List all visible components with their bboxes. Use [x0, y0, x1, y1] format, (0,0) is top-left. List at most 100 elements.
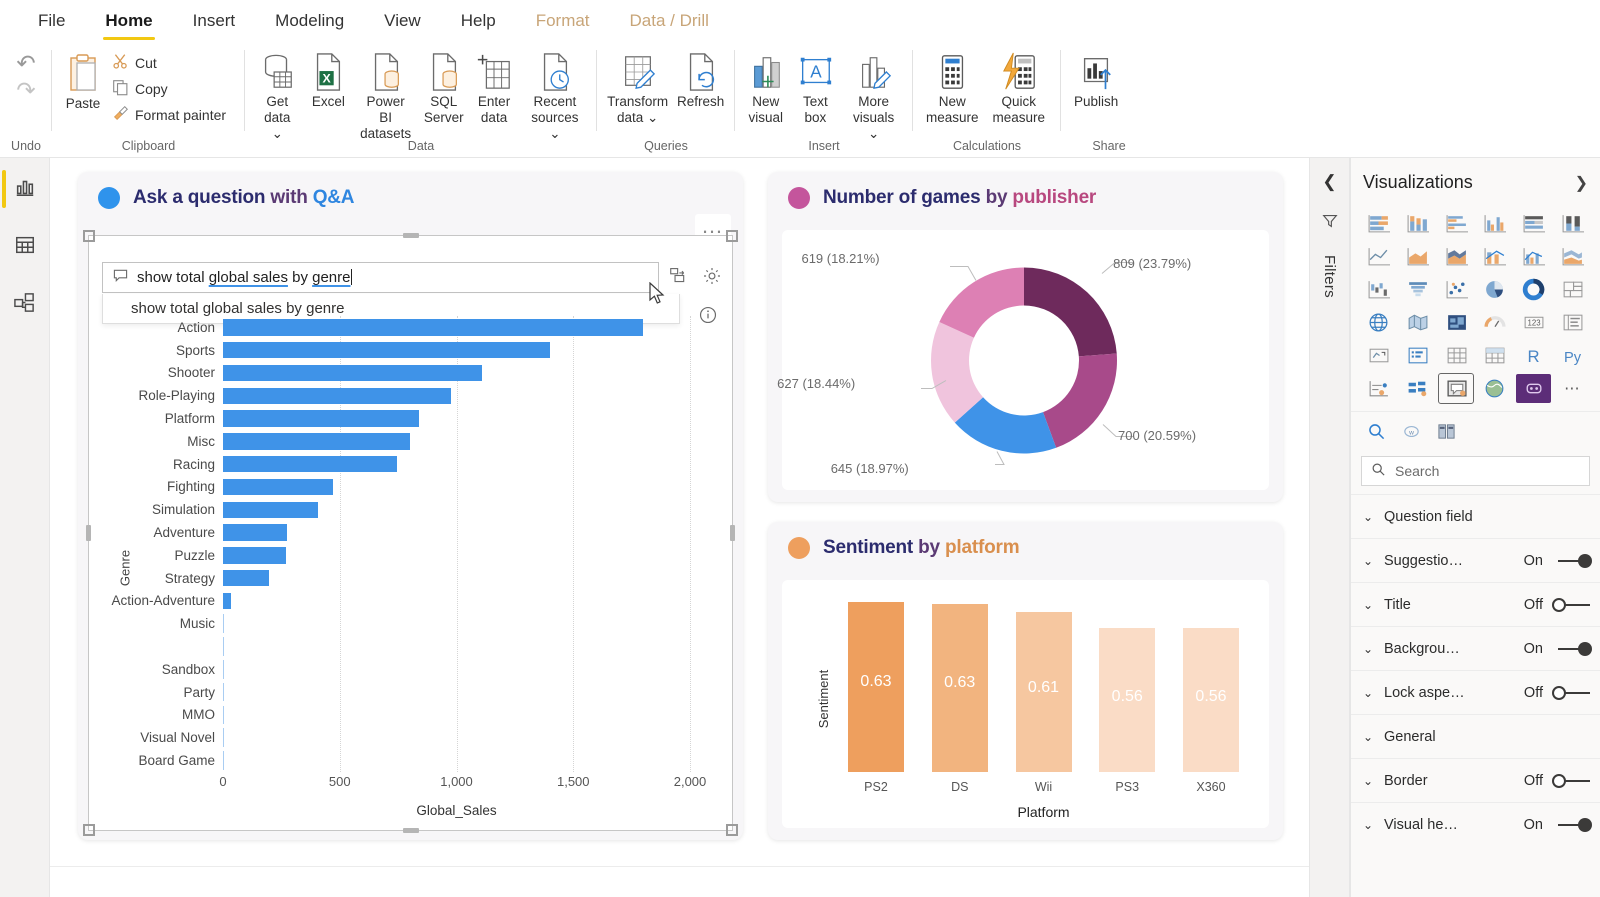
format-section-toggle[interactable]	[1552, 553, 1592, 569]
donut-slice[interactable]	[1043, 353, 1117, 447]
stacked-bar-chart-icon[interactable]	[1361, 209, 1396, 238]
power-bi-datasets-button[interactable]: Power BI datasets	[353, 46, 418, 146]
matrix-visual-icon[interactable]	[1477, 341, 1512, 370]
filters-rail[interactable]: ❮ Filters	[1310, 158, 1350, 897]
bar-chart-row[interactable]: Shooter	[223, 362, 690, 385]
format-section-general[interactable]: ⌄General	[1351, 714, 1600, 758]
bar-chart-row[interactable]: Misc	[223, 430, 690, 453]
bar-segment[interactable]	[223, 660, 224, 679]
bar-chart-row[interactable]: Music	[223, 612, 690, 635]
chevron-right-icon[interactable]: ❯	[1575, 173, 1588, 193]
bar-segment[interactable]	[223, 614, 224, 633]
more-options-visual-icon[interactable]: ⋯	[1555, 374, 1590, 403]
publish-button[interactable]: Publish	[1067, 46, 1125, 114]
bar-segment[interactable]	[223, 524, 287, 540]
fields-search-icon[interactable]	[1367, 422, 1386, 446]
donut-slice[interactable]	[1024, 268, 1117, 357]
ribbon-tab-view[interactable]: View	[364, 0, 441, 42]
bar-chart-row[interactable]: Party	[223, 681, 690, 704]
bar-segment[interactable]	[223, 502, 318, 518]
global-sales-by-genre-chart[interactable]: Genre ActionSportsShooterRole-PlayingPla…	[101, 316, 718, 820]
decomposition-tree-visual-icon[interactable]	[1400, 374, 1435, 403]
bar-chart-row[interactable]: Puzzle	[223, 544, 690, 567]
scatter-chart-icon[interactable]	[1439, 275, 1474, 304]
bar-segment[interactable]	[223, 751, 224, 770]
stacked-column-chart-icon[interactable]	[1400, 209, 1435, 238]
treemap-chart-icon[interactable]	[1555, 275, 1590, 304]
ribbon-tab-modeling[interactable]: Modeling	[255, 0, 364, 42]
donut-slice[interactable]	[939, 268, 1024, 338]
bar-segment[interactable]	[223, 319, 643, 335]
excel-button[interactable]: XExcel	[304, 46, 353, 114]
sql-server-button[interactable]: SQL Server	[418, 46, 469, 130]
publisher-donut-card[interactable]: Number of games by publisher	[768, 172, 1283, 502]
new-visual-button[interactable]: New visual	[741, 46, 791, 130]
bar-chart-row[interactable]: Fighting	[223, 476, 690, 499]
redo-arrow-icon[interactable]: ↷	[16, 79, 35, 102]
bar-segment[interactable]	[223, 433, 410, 449]
gauge-visual-icon[interactable]	[1477, 308, 1512, 337]
bar-chart-row[interactable]: Sandbox	[223, 658, 690, 681]
undo-arrow-icon[interactable]: ↶	[16, 52, 35, 75]
copy-button[interactable]: Copy	[108, 76, 230, 102]
paste-button[interactable]: Paste	[58, 46, 108, 116]
resize-handle-bottom-right[interactable]	[726, 824, 738, 836]
clustered-column-chart-icon[interactable]	[1477, 209, 1512, 238]
bar-chart-row[interactable]: Strategy	[223, 567, 690, 590]
waterfall-chart-icon[interactable]	[1361, 275, 1396, 304]
map-visual-icon[interactable]	[1361, 308, 1396, 337]
filled-map-visual-icon[interactable]	[1400, 308, 1435, 337]
format-section-title[interactable]: ⌄TitleOff	[1351, 582, 1600, 626]
resize-handle-middle-right[interactable]	[730, 525, 735, 541]
quick-measure-button[interactable]: Quick measure	[986, 46, 1053, 130]
paginated-report-visual-icon[interactable]	[1516, 374, 1551, 403]
bar-segment[interactable]	[223, 637, 224, 656]
text-box-button[interactable]: AText box	[791, 46, 841, 130]
100-stacked-column-chart-icon[interactable]	[1555, 209, 1590, 238]
format-search-input[interactable]: Search	[1361, 456, 1590, 486]
sentiment-column[interactable]: 0.63	[932, 604, 988, 772]
slicer-visual-icon[interactable]	[1400, 341, 1435, 370]
bar-chart-row[interactable]: Platform	[223, 407, 690, 430]
bar-segment[interactable]	[223, 706, 224, 725]
line-clustered-column-chart-icon[interactable]	[1516, 242, 1551, 271]
bar-chart-row[interactable]: Visual Novel	[223, 726, 690, 749]
bar-chart-row[interactable]	[223, 635, 690, 658]
transform-data-button[interactable]: Transform data ⌄	[603, 46, 672, 130]
format-section-toggle[interactable]	[1552, 597, 1592, 613]
format-section-question-field[interactable]: ⌄Question field	[1351, 494, 1600, 538]
bar-segment[interactable]	[223, 342, 550, 358]
stacked-area-chart-icon[interactable]	[1439, 242, 1474, 271]
sidebar-item-report-view[interactable]	[2, 168, 48, 210]
multi-row-card-visual-icon[interactable]	[1555, 308, 1590, 337]
ribbon-tab-file[interactable]: File	[18, 0, 85, 42]
line-chart-icon[interactable]	[1361, 242, 1396, 271]
format-section-toggle[interactable]	[1552, 685, 1592, 701]
bar-chart-row[interactable]: Adventure	[223, 521, 690, 544]
sentiment-column[interactable]: 0.63	[848, 602, 904, 772]
resize-handle-top-right[interactable]	[726, 230, 738, 242]
100-stacked-bar-chart-icon[interactable]	[1516, 209, 1551, 238]
ribbon-tab-help[interactable]: Help	[441, 0, 516, 42]
bar-chart-row[interactable]: MMO	[223, 704, 690, 727]
more-visuals-button[interactable]: More visuals ⌄	[840, 46, 907, 146]
bar-segment[interactable]	[223, 456, 397, 472]
report-canvas-area[interactable]: Ask a question with Q&A …	[50, 158, 1310, 897]
bar-segment[interactable]	[223, 388, 451, 404]
enter-data-button[interactable]: Enter data	[469, 46, 518, 130]
format-section-backgrou[interactable]: ⌄Backgrou…On	[1351, 626, 1600, 670]
line-stacked-column-chart-icon[interactable]	[1477, 242, 1512, 271]
format-section-toggle[interactable]	[1552, 773, 1592, 789]
qanda-visual-icon[interactable]	[1439, 374, 1474, 403]
bar-chart-row[interactable]: Simulation	[223, 498, 690, 521]
bar-chart-row[interactable]: Action	[223, 316, 690, 339]
refresh-button[interactable]: Refresh	[672, 46, 729, 114]
sentiment-column[interactable]: 0.61	[1016, 612, 1072, 772]
area-chart-icon[interactable]	[1400, 242, 1435, 271]
bar-chart-row[interactable]: Action-Adventure	[223, 590, 690, 613]
bar-chart-row[interactable]: Racing	[223, 453, 690, 476]
card-visual-icon[interactable]: 123	[1516, 308, 1551, 337]
format-painter-button[interactable]: Format painter	[108, 102, 230, 128]
format-section-border[interactable]: ⌄BorderOff	[1351, 758, 1600, 802]
ribbon-tab-insert[interactable]: Insert	[173, 0, 256, 42]
